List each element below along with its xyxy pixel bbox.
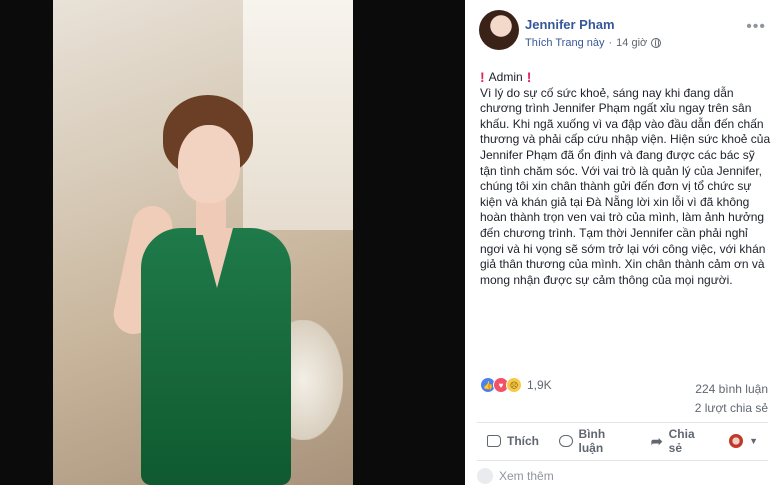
like-label: Thích [507,434,539,448]
exclamation-icon: ! [480,69,485,85]
reactions-summary[interactable]: 👍 ♥ ☹ 1,9K [480,377,552,393]
comment-label: Bình luận [578,427,606,455]
comments-peek-label: Xem thêm [499,469,554,483]
author-name[interactable]: Jennifer Pham [525,17,615,32]
post-panel: Jennifer Pham Thích Trang này · 14 giờ •… [465,0,780,485]
share-count[interactable]: 2 lượt chia sẻ [695,399,768,418]
comment-count[interactable]: 224 bình luận [695,380,768,399]
post-body-text: Vì lý do sự cố sức khoẻ, sáng nay khi đa… [480,85,771,287]
commenter-avatar [477,468,493,484]
reaction-count[interactable]: 1,9K [527,378,552,392]
like-button[interactable]: Thích [477,434,549,448]
chevron-down-icon: ▼ [749,436,758,446]
thumb-up-icon [487,435,501,447]
divider [477,460,768,461]
post-stats: 224 bình luận 2 lượt chia sẻ [695,380,768,418]
author-avatar[interactable] [479,10,519,50]
react-as-selector[interactable]: ▼ [719,434,768,448]
viewer-avatar [729,434,744,448]
globe-icon [651,38,662,48]
photo-background-window [243,0,353,230]
admin-label: Admin [488,70,523,84]
photo-viewer [0,0,465,485]
post-meta: Thích Trang này · 14 giờ [525,37,662,49]
photo-subject-neckline [201,228,233,288]
more-options-icon[interactable]: ••• [746,18,766,36]
comment-icon [559,435,573,447]
like-page-link[interactable]: Thích Trang này [525,37,605,49]
admin-line: ! Admin ! [480,69,772,86]
post-time[interactable]: 14 giờ [616,37,647,49]
comment-button[interactable]: Bình luận [549,427,641,455]
post-body: ! Admin ! Vì lý do sự cố sức khoẻ, sáng … [480,69,772,288]
sad-reaction-icon: ☹ [506,377,522,393]
comments-peek[interactable]: Xem thêm [477,468,554,484]
post-photo[interactable] [53,0,353,485]
share-button[interactable]: ➦ Chia sẻ [641,427,719,455]
meta-separator: · [608,37,613,49]
photo-subject-face [178,125,240,203]
divider [477,422,768,423]
post-actions: Thích Bình luận ➦ Chia sẻ ▼ [477,427,768,455]
share-label: Chia sẻ [668,427,695,455]
exclamation-icon: ! [526,69,532,85]
share-icon: ➦ [650,432,663,449]
